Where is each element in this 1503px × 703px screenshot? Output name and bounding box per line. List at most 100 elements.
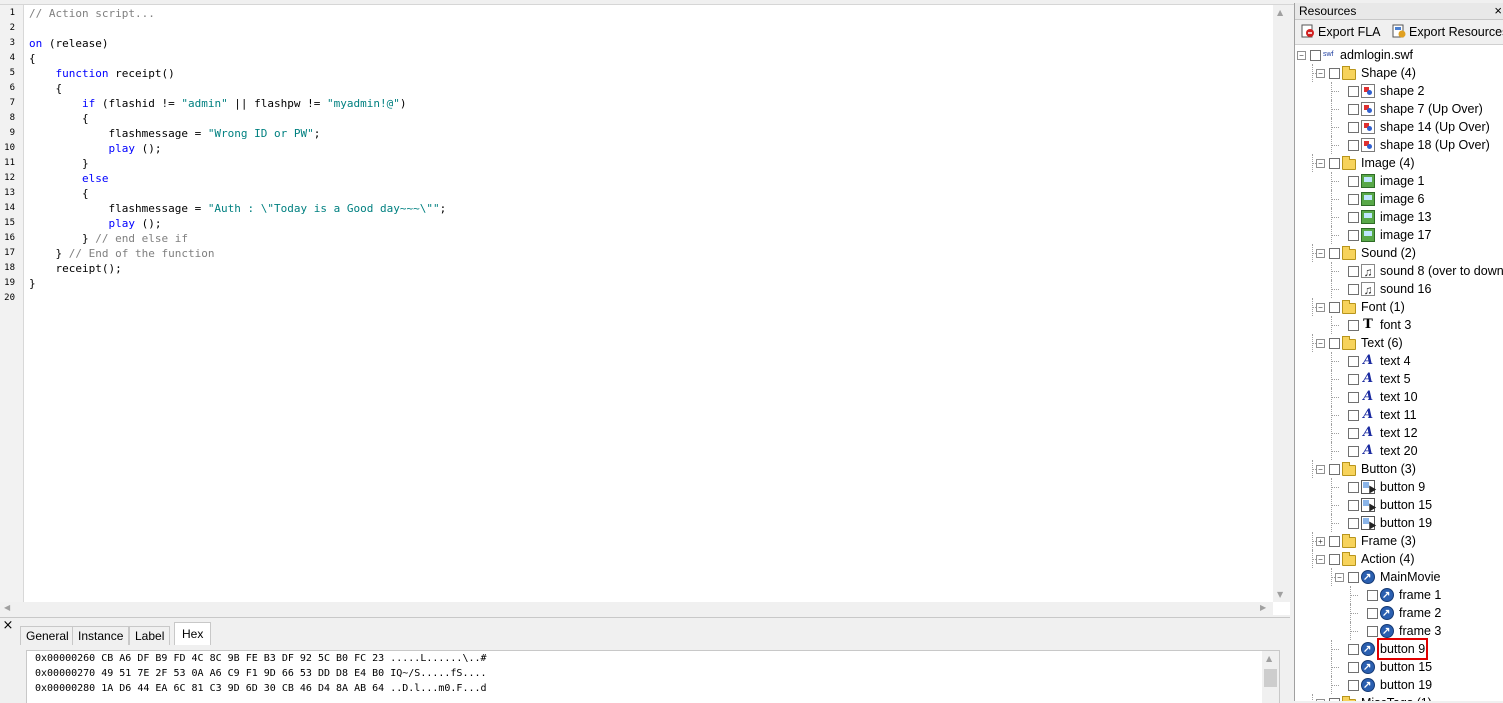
tree-checkbox[interactable]: [1348, 374, 1359, 385]
tree-item[interactable]: − MainMovie: [1295, 568, 1503, 587]
expand-icon[interactable]: +: [1316, 537, 1325, 546]
tree-checkbox[interactable]: [1348, 482, 1359, 493]
tree-checkbox[interactable]: [1348, 86, 1359, 97]
tree-item[interactable]: shape 18 (Up Over): [1295, 136, 1503, 154]
tree-item[interactable]: button 9: [1295, 478, 1503, 496]
tree-checkbox[interactable]: [1348, 410, 1359, 421]
code-area[interactable]: // Action script... on (release){ functio…: [29, 5, 1269, 602]
export-resources-button[interactable]: Export Resources: [1392, 24, 1503, 40]
tree-checkbox[interactable]: [1348, 356, 1359, 367]
tree-item[interactable]: ♫ sound 8 (over to down): [1295, 262, 1503, 280]
collapse-icon[interactable]: −: [1316, 159, 1325, 168]
tree-item[interactable]: shape 2: [1295, 82, 1503, 100]
tree-checkbox[interactable]: [1348, 140, 1359, 151]
tree-checkbox[interactable]: [1348, 230, 1359, 241]
tree-item[interactable]: ♫ sound 16: [1295, 280, 1503, 298]
collapse-icon[interactable]: −: [1335, 573, 1344, 582]
tree-checkbox[interactable]: [1348, 680, 1359, 691]
tree-item[interactable]: − Text (6): [1295, 334, 1503, 352]
collapse-icon[interactable]: −: [1316, 555, 1325, 564]
tree-item[interactable]: − swf admlogin.swf: [1295, 46, 1503, 64]
tree-item[interactable]: image 1: [1295, 172, 1503, 190]
tree-checkbox[interactable]: [1348, 320, 1359, 331]
tree-item[interactable]: Atext 5: [1295, 370, 1503, 388]
tree-item[interactable]: frame 1: [1295, 586, 1503, 605]
tree-checkbox[interactable]: [1348, 194, 1359, 205]
tree-item[interactable]: button 19: [1295, 514, 1503, 532]
tree-checkbox[interactable]: [1329, 338, 1340, 349]
collapse-icon[interactable]: −: [1316, 339, 1325, 348]
action-script-editor[interactable]: 1 2 3 4 5 6 7 8 9 10 11 12 13 14 15 16 17 18 19 20 // Actio…: [0, 5, 1290, 615]
tree-item[interactable]: − Action (4): [1295, 550, 1503, 568]
tree-item[interactable]: image 17: [1295, 226, 1503, 244]
tree-checkbox[interactable]: [1348, 662, 1359, 673]
tree-item[interactable]: Atext 11: [1295, 406, 1503, 424]
tree-checkbox[interactable]: [1348, 446, 1359, 457]
collapse-icon[interactable]: −: [1316, 69, 1325, 78]
tree-item[interactable]: button 19: [1295, 676, 1503, 695]
tree-item[interactable]: Tfont 3: [1295, 316, 1503, 334]
tree-checkbox[interactable]: [1367, 626, 1378, 637]
scrollbar-thumb[interactable]: [1264, 669, 1277, 687]
resources-tree[interactable]: − swf admlogin.swf − Shape (4) shape 2 shape 7…: [1295, 45, 1503, 701]
tree-checkbox[interactable]: [1348, 176, 1359, 187]
close-icon[interactable]: ×: [1494, 3, 1502, 19]
tree-checkbox[interactable]: [1348, 212, 1359, 223]
collapse-icon[interactable]: −: [1316, 303, 1325, 312]
tree-checkbox[interactable]: [1367, 608, 1378, 619]
scroll-right-arrow-icon[interactable]: ▶: [1260, 603, 1266, 612]
scroll-down-arrow-icon[interactable]: ▼: [1277, 590, 1283, 599]
tree-checkbox[interactable]: [1348, 572, 1359, 583]
tree-item[interactable]: Atext 10: [1295, 388, 1503, 406]
tree-item[interactable]: Atext 4: [1295, 352, 1503, 370]
tree-checkbox[interactable]: [1367, 590, 1378, 601]
tab-general[interactable]: General: [20, 626, 75, 645]
tree-item[interactable]: button 15: [1295, 658, 1503, 677]
tree-item[interactable]: − Shape (4): [1295, 64, 1503, 82]
hex-vertical-scrollbar[interactable]: ▲: [1262, 651, 1279, 703]
collapse-icon[interactable]: −: [1316, 249, 1325, 258]
tree-item[interactable]: frame 2: [1295, 604, 1503, 623]
editor-horizontal-scrollbar[interactable]: ◀ ▶: [0, 602, 1273, 615]
tree-checkbox[interactable]: [1329, 248, 1340, 259]
tree-checkbox[interactable]: [1348, 122, 1359, 133]
tree-checkbox[interactable]: [1348, 500, 1359, 511]
tree-item[interactable]: button 9: [1295, 638, 1503, 660]
collapse-icon[interactable]: −: [1297, 51, 1306, 60]
tree-item[interactable]: button 15: [1295, 496, 1503, 514]
tree-item[interactable]: − Image (4): [1295, 154, 1503, 172]
tree-checkbox[interactable]: [1348, 266, 1359, 277]
scroll-up-arrow-icon[interactable]: ▲: [1277, 8, 1283, 17]
tree-item[interactable]: + Frame (3): [1295, 532, 1503, 550]
tree-checkbox[interactable]: [1348, 428, 1359, 439]
tree-checkbox[interactable]: [1329, 68, 1340, 79]
tree-item[interactable]: image 13: [1295, 208, 1503, 226]
tree-checkbox[interactable]: [1348, 104, 1359, 115]
tree-checkbox[interactable]: [1329, 464, 1340, 475]
close-icon[interactable]: ×: [2, 619, 14, 632]
tree-checkbox[interactable]: [1348, 392, 1359, 403]
tree-item[interactable]: shape 7 (Up Over): [1295, 100, 1503, 118]
hex-view[interactable]: ▲ 0x00000260 CB A6 DF B9 FD 4C 8C 9B FE …: [26, 650, 1280, 703]
tree-checkbox[interactable]: [1310, 50, 1321, 61]
tree-item[interactable]: frame 3: [1295, 622, 1503, 641]
tree-checkbox[interactable]: [1329, 158, 1340, 169]
export-fla-button[interactable]: Export FLA: [1301, 24, 1381, 40]
collapse-icon[interactable]: −: [1316, 465, 1325, 474]
scroll-up-arrow-icon[interactable]: ▲: [1266, 654, 1272, 663]
tab-instance[interactable]: Instance: [72, 626, 130, 645]
tree-item[interactable]: Atext 12: [1295, 424, 1503, 442]
tree-checkbox[interactable]: [1329, 554, 1340, 565]
tree-checkbox[interactable]: [1329, 536, 1340, 547]
tree-checkbox[interactable]: [1348, 518, 1359, 529]
scroll-left-arrow-icon[interactable]: ◀: [4, 603, 10, 612]
tree-checkbox[interactable]: [1348, 644, 1359, 655]
tree-item[interactable]: − Button (3): [1295, 460, 1503, 478]
tree-checkbox[interactable]: [1329, 302, 1340, 313]
tab-label[interactable]: Label: [129, 626, 171, 645]
tab-hex[interactable]: Hex: [174, 622, 212, 645]
editor-vertical-scrollbar[interactable]: ▲ ▼: [1273, 5, 1290, 602]
tree-item[interactable]: shape 14 (Up Over): [1295, 118, 1503, 136]
tree-item[interactable]: Atext 20: [1295, 442, 1503, 460]
tree-checkbox[interactable]: [1348, 284, 1359, 295]
